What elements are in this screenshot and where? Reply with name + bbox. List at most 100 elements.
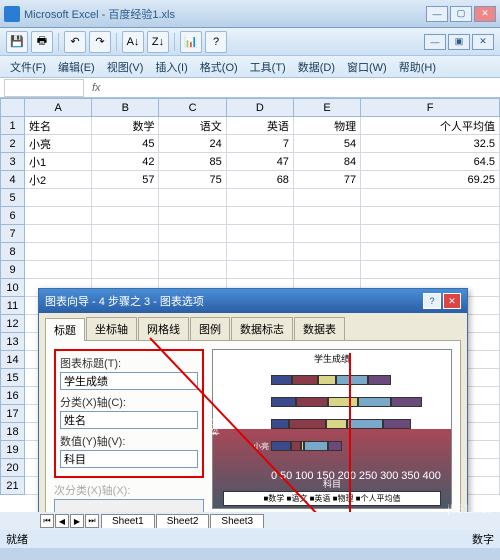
dialog-titlebar[interactable]: 图表向导 - 4 步骤之 3 - 图表选项 ? ✕ xyxy=(39,289,467,313)
cell[interactable]: 45 xyxy=(92,135,159,153)
menu-window[interactable]: 窗口(W) xyxy=(341,57,393,77)
row-header[interactable]: 13 xyxy=(1,333,25,351)
dialog-close-button[interactable]: ✕ xyxy=(443,293,461,309)
tab-datalabels[interactable]: 数据标志 xyxy=(231,317,293,340)
undo-icon[interactable]: ↶ xyxy=(64,31,86,53)
menu-tools[interactable]: 工具(T) xyxy=(244,57,292,77)
tab-nav-first-icon[interactable]: ⏮ xyxy=(40,514,54,528)
row-header[interactable]: 1 xyxy=(1,117,25,135)
tab-nav-prev-icon[interactable]: ◀ xyxy=(55,514,69,528)
tab-title[interactable]: 标题 xyxy=(45,318,85,341)
tab-nav-last-icon[interactable]: ⏭ xyxy=(85,514,99,528)
cell[interactable]: 68 xyxy=(226,171,293,189)
menu-view[interactable]: 视图(V) xyxy=(101,57,150,77)
cell[interactable] xyxy=(361,189,500,207)
menu-insert[interactable]: 插入(I) xyxy=(149,57,193,77)
col-header[interactable]: C xyxy=(159,99,226,117)
row-header[interactable]: 8 xyxy=(1,243,25,261)
cell[interactable] xyxy=(159,189,226,207)
category-x-input[interactable] xyxy=(60,411,198,429)
chart-icon[interactable]: 📊 xyxy=(180,31,202,53)
row-header[interactable]: 11 xyxy=(1,297,25,315)
cell[interactable] xyxy=(25,207,92,225)
menu-data[interactable]: 数据(D) xyxy=(292,57,341,77)
cell[interactable] xyxy=(159,207,226,225)
cell[interactable]: 小1 xyxy=(25,153,92,171)
cell[interactable] xyxy=(92,261,159,279)
cell[interactable] xyxy=(361,225,500,243)
row-header[interactable]: 17 xyxy=(1,405,25,423)
cell[interactable]: 85 xyxy=(159,153,226,171)
cell[interactable] xyxy=(293,225,360,243)
cell[interactable]: 小亮 xyxy=(25,135,92,153)
dialog-help-button[interactable]: ? xyxy=(423,293,441,309)
cell[interactable] xyxy=(293,189,360,207)
cell[interactable]: 32.5 xyxy=(361,135,500,153)
cell[interactable] xyxy=(361,243,500,261)
close-button[interactable]: ✕ xyxy=(474,6,496,22)
tab-axes[interactable]: 坐标轴 xyxy=(86,317,137,340)
row-header[interactable]: 16 xyxy=(1,387,25,405)
cell[interactable] xyxy=(92,225,159,243)
row-header[interactable]: 5 xyxy=(1,189,25,207)
cell[interactable] xyxy=(92,207,159,225)
cell[interactable]: 小2 xyxy=(25,171,92,189)
tab-legend[interactable]: 图例 xyxy=(190,317,230,340)
row-header[interactable]: 19 xyxy=(1,441,25,459)
sheet-tab-3[interactable]: Sheet3 xyxy=(210,514,264,528)
cell[interactable] xyxy=(159,243,226,261)
tab-gridlines[interactable]: 网格线 xyxy=(138,317,189,340)
menu-edit[interactable]: 编辑(E) xyxy=(52,57,101,77)
minimize-button[interactable]: — xyxy=(426,6,448,22)
cell[interactable] xyxy=(159,261,226,279)
cell[interactable] xyxy=(293,207,360,225)
sort-asc-icon[interactable]: A↓ xyxy=(122,31,144,53)
sheet-tab-2[interactable]: Sheet2 xyxy=(156,514,210,528)
cell[interactable]: 姓名 xyxy=(25,117,92,135)
cell[interactable]: 47 xyxy=(226,153,293,171)
row-header[interactable]: 14 xyxy=(1,351,25,369)
cell[interactable] xyxy=(92,243,159,261)
cell[interactable] xyxy=(226,225,293,243)
row-header[interactable]: 20 xyxy=(1,459,25,477)
cell[interactable]: 数学 xyxy=(92,117,159,135)
workbook-minimize-button[interactable]: — xyxy=(424,34,446,50)
tab-nav-next-icon[interactable]: ▶ xyxy=(70,514,84,528)
col-header[interactable]: B xyxy=(92,99,159,117)
cell[interactable]: 84 xyxy=(293,153,360,171)
row-header[interactable]: 10 xyxy=(1,279,25,297)
cell[interactable]: 英语 xyxy=(226,117,293,135)
cell[interactable] xyxy=(293,261,360,279)
cell[interactable] xyxy=(25,189,92,207)
cell[interactable] xyxy=(226,189,293,207)
col-header[interactable]: E xyxy=(293,99,360,117)
worksheet-grid[interactable]: ABCDEF1姓名数学语文英语物理个人平均值2小亮452475432.53小14… xyxy=(0,98,500,528)
cell[interactable] xyxy=(226,207,293,225)
col-header[interactable]: D xyxy=(226,99,293,117)
cell[interactable]: 77 xyxy=(293,171,360,189)
row-header[interactable]: 9 xyxy=(1,261,25,279)
row-header[interactable]: 2 xyxy=(1,135,25,153)
cell[interactable] xyxy=(361,261,500,279)
cell[interactable] xyxy=(25,243,92,261)
cell[interactable]: 69.25 xyxy=(361,171,500,189)
fx-label[interactable]: fx xyxy=(92,82,101,94)
cell[interactable] xyxy=(293,243,360,261)
cell[interactable]: 语文 xyxy=(159,117,226,135)
cell[interactable]: 57 xyxy=(92,171,159,189)
col-header[interactable]: A xyxy=(25,99,92,117)
help-icon[interactable]: ? xyxy=(205,31,227,53)
maximize-button[interactable]: ▢ xyxy=(450,6,472,22)
row-header[interactable]: 12 xyxy=(1,315,25,333)
workbook-restore-button[interactable]: ▣ xyxy=(448,34,470,50)
value-y-input[interactable] xyxy=(60,450,198,468)
cell[interactable]: 7 xyxy=(226,135,293,153)
cell[interactable]: 64.5 xyxy=(361,153,500,171)
cell[interactable] xyxy=(25,261,92,279)
cell[interactable]: 物理 xyxy=(293,117,360,135)
cell[interactable]: 24 xyxy=(159,135,226,153)
redo-icon[interactable]: ↷ xyxy=(89,31,111,53)
col-header[interactable] xyxy=(1,99,25,117)
chart-title-input[interactable] xyxy=(60,372,198,390)
save-icon[interactable]: 💾 xyxy=(6,31,28,53)
